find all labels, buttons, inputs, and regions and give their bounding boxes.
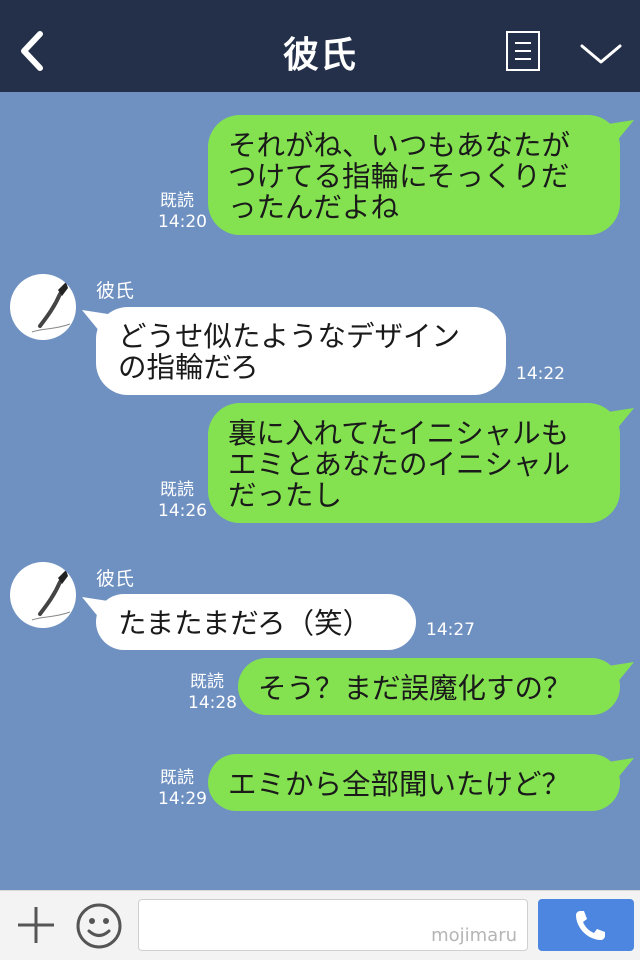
sent-message: それがね、いつもあなたが つけてる指輪にそっくりだ ったんだよね 既読 14:2…: [0, 92, 640, 242]
chat-title: 彼氏: [282, 35, 357, 76]
bubble-tail: [82, 310, 108, 332]
read-status: 既読: [160, 768, 194, 788]
message-line: 裏に入れてたイニシャルも: [228, 417, 570, 450]
message-line: それがね、いつもあなたが: [228, 129, 571, 162]
sent-message: 裏に入れてたイニシャルも エミとあなたのイニシャル だったし 既読 14:26: [0, 397, 640, 527]
message-line: ったんだよね: [228, 191, 400, 224]
message-line: の指輪だろ: [118, 351, 259, 384]
notes-icon[interactable]: [506, 31, 540, 71]
phone-icon: [576, 911, 605, 940]
sender-name: 彼氏: [96, 568, 135, 590]
received-message: 彼氏 どうせ似たようなデザイン の指輪だろ 14:22: [0, 272, 640, 402]
pen-avatar-icon: [31, 282, 71, 333]
watermark: mojimaru: [431, 925, 517, 946]
message-time: 14:26: [158, 501, 207, 521]
bubble-tail: [608, 120, 634, 142]
message-input[interactable]: mojimaru: [138, 899, 528, 951]
bubble-tail: [608, 408, 634, 430]
read-status: 既読: [160, 191, 194, 211]
message-line: つけてる指輪にそっくりだ: [228, 160, 570, 193]
received-message: 彼氏 たまたまだろ（笑） 14:27: [0, 560, 640, 656]
sent-message: そう？まだ誤魔化すの？ 既読 14:28: [0, 652, 640, 722]
read-status: 既読: [160, 480, 194, 500]
avatar[interactable]: [10, 562, 76, 628]
bubble-tail: [608, 758, 634, 780]
plus-icon[interactable]: [14, 903, 58, 947]
message-bubble[interactable]: どうせ似たようなデザイン の指輪だろ: [96, 307, 506, 395]
input-bar: mojimaru: [0, 890, 640, 960]
read-status: 既読: [190, 672, 224, 692]
sender-name: 彼氏: [96, 280, 135, 302]
message-line: たまたまだろ（笑）: [118, 607, 372, 640]
pen-avatar-icon: [31, 570, 71, 621]
bubble-tail: [82, 597, 108, 619]
chat-header: 彼氏: [0, 0, 640, 92]
message-bubble[interactable]: たまたまだろ（笑）: [96, 594, 416, 650]
message-line: エミとあなたのイニシャル: [228, 448, 571, 481]
message-bubble[interactable]: エミから全部聞いたけど？: [208, 754, 620, 811]
message-time: 14:20: [158, 212, 207, 232]
message-time: 14:22: [516, 364, 565, 384]
chevron-down-icon[interactable]: [578, 36, 624, 70]
message-line: エミから全部聞いたけど？: [228, 768, 571, 801]
chat-area: それがね、いつもあなたが つけてる指輪にそっくりだ ったんだよね 既読 14:2…: [0, 92, 640, 890]
smiley-icon[interactable]: [74, 901, 124, 951]
message-line: そう？まだ誤魔化すの？: [258, 672, 572, 705]
call-button[interactable]: [538, 899, 634, 951]
message-time: 14:28: [188, 693, 237, 713]
message-line: どうせ似たようなデザイン: [118, 320, 461, 353]
message-time: 14:27: [426, 620, 475, 640]
message-bubble[interactable]: 裏に入れてたイニシャルも エミとあなたのイニシャル だったし: [208, 403, 620, 523]
bubble-tail: [608, 662, 634, 684]
message-bubble[interactable]: それがね、いつもあなたが つけてる指輪にそっくりだ ったんだよね: [208, 115, 620, 235]
sent-message: エミから全部聞いたけど？ 既読 14:29: [0, 750, 640, 820]
message-time: 14:29: [158, 789, 207, 809]
avatar[interactable]: [10, 274, 76, 340]
message-bubble[interactable]: そう？まだ誤魔化すの？: [238, 658, 620, 715]
message-line: だったし: [228, 479, 343, 512]
